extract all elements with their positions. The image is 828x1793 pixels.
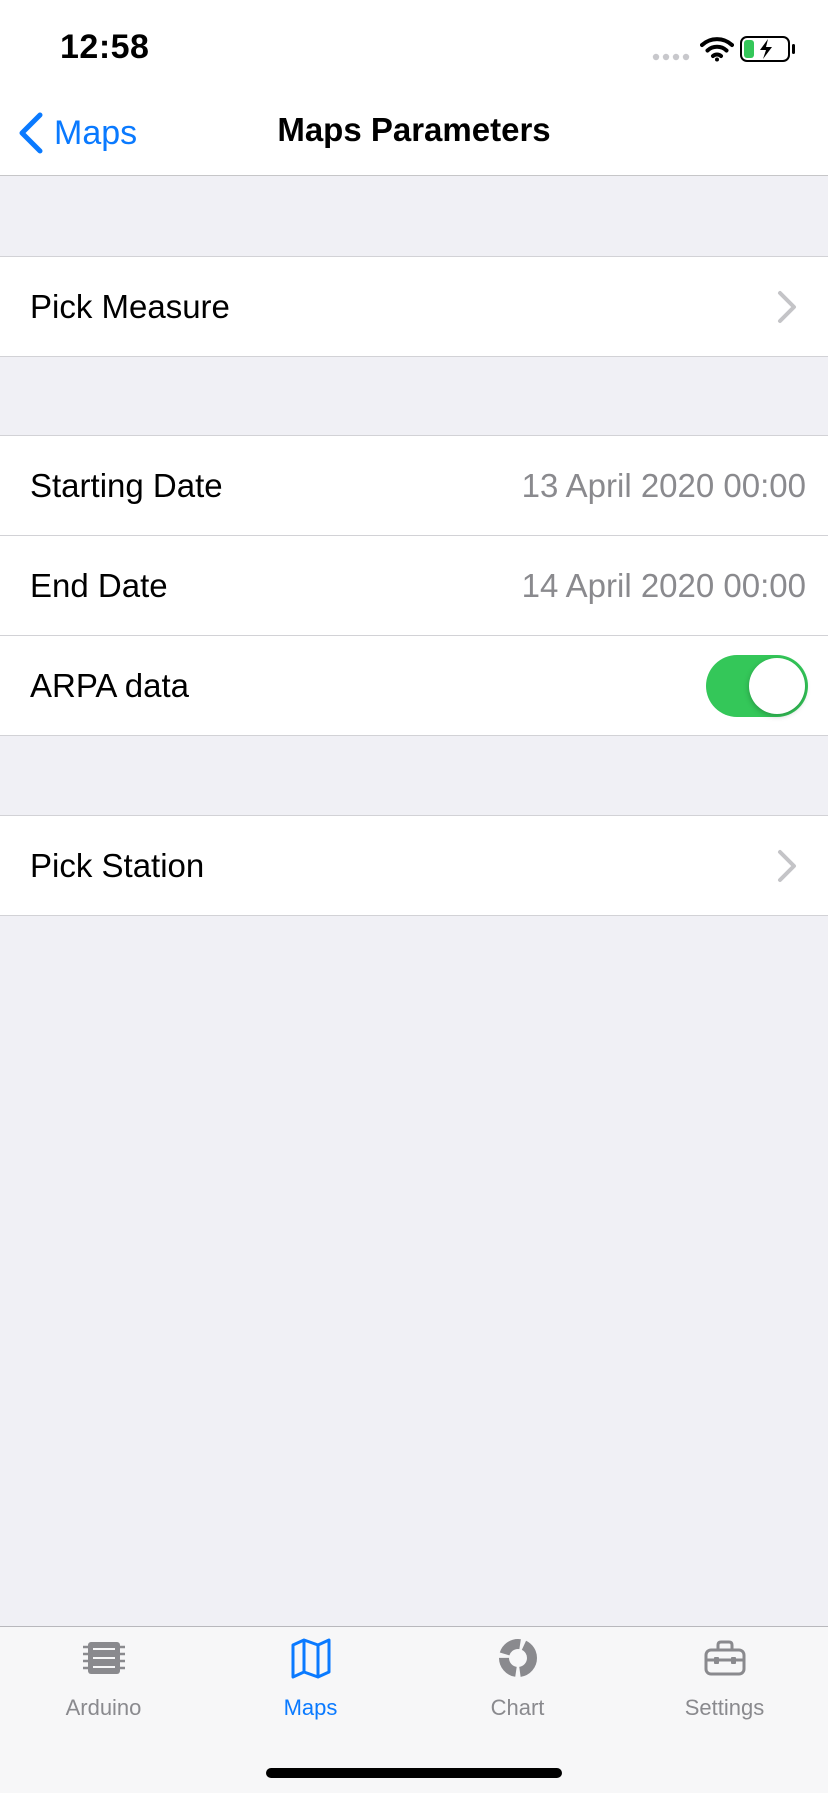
end-date-row[interactable]: End Date 14 April 2020 00:00 xyxy=(0,535,828,635)
home-indicator[interactable] xyxy=(266,1768,562,1778)
arpa-data-label: ARPA data xyxy=(30,666,189,704)
toggle-knob xyxy=(749,658,805,714)
chevron-right-icon xyxy=(778,290,796,323)
chevron-right-icon xyxy=(778,849,796,882)
pick-station-label: Pick Station xyxy=(30,846,205,884)
wifi-icon xyxy=(700,37,734,62)
navigation-bar: Maps Maps Parameters xyxy=(0,94,828,176)
end-date-label: End Date xyxy=(30,566,168,604)
map-icon xyxy=(291,1638,331,1679)
tab-settings[interactable]: Settings xyxy=(621,1627,828,1737)
date-group: Starting Date 13 April 2020 00:00 End Da… xyxy=(0,435,828,736)
battery-charging-icon xyxy=(740,36,795,62)
starting-date-value[interactable]: 13 April 2020 00:00 xyxy=(522,467,806,505)
tab-chart[interactable]: Chart xyxy=(414,1627,621,1737)
arpa-data-row: ARPA data xyxy=(0,635,828,735)
tab-maps[interactable]: Maps xyxy=(207,1627,414,1737)
pie-chart-icon xyxy=(499,1639,537,1677)
tab-label: Chart xyxy=(490,1695,545,1720)
arpa-data-toggle[interactable] xyxy=(706,655,808,717)
page-title: Maps Parameters xyxy=(277,111,551,148)
signal-dots-icon xyxy=(652,53,690,61)
pick-station-row[interactable]: Pick Station xyxy=(0,816,828,915)
tab-label: Maps xyxy=(283,1695,338,1720)
station-group: Pick Station xyxy=(0,815,828,916)
starting-date-label: Starting Date xyxy=(30,466,223,504)
tab-label: Settings xyxy=(684,1695,765,1720)
tab-label: Arduino xyxy=(65,1695,142,1720)
end-date-value[interactable]: 14 April 2020 00:00 xyxy=(522,567,806,605)
toolbox-icon xyxy=(704,1640,746,1676)
status-bar: 12:58 xyxy=(0,0,828,94)
tab-arduino[interactable]: Arduino xyxy=(0,1627,207,1737)
starting-date-row[interactable]: Starting Date 13 April 2020 00:00 xyxy=(0,436,828,535)
chip-icon xyxy=(83,1642,125,1674)
measure-group: Pick Measure xyxy=(0,256,828,357)
pick-measure-label: Pick Measure xyxy=(30,287,230,325)
pick-measure-row[interactable]: Pick Measure xyxy=(0,257,828,356)
tab-bar: Arduino Maps Chart Settings xyxy=(0,1626,828,1793)
status-time: 12:58 xyxy=(60,28,150,66)
